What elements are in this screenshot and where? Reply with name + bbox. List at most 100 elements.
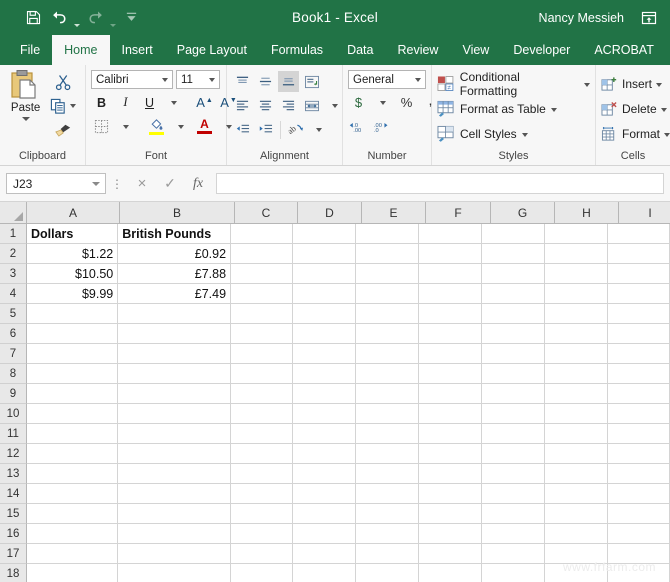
cell-F2[interactable] [418, 244, 483, 264]
accounting-format-button[interactable]: $ [348, 92, 369, 113]
cell-A9[interactable] [27, 384, 119, 404]
conditional-formatting-dropdown-caret[interactable] [584, 83, 590, 87]
bottom-align-button[interactable] [278, 71, 299, 92]
cell-B18[interactable] [118, 564, 232, 582]
cell-I14[interactable] [608, 484, 670, 504]
enter-entry-button[interactable]: ✓ [156, 173, 184, 195]
align-left-button[interactable] [232, 95, 253, 116]
undo-button[interactable] [46, 6, 72, 30]
row-header-15[interactable]: 15 [0, 504, 27, 524]
cell-I1[interactable] [608, 224, 670, 244]
cell-D18[interactable] [293, 564, 356, 582]
cell-G16[interactable] [482, 524, 546, 544]
cell-G6[interactable] [482, 324, 546, 344]
row-header-2[interactable]: 2 [0, 244, 27, 264]
increase-indent-button[interactable] [255, 119, 276, 140]
cell-F1[interactable] [418, 224, 483, 244]
cell-A14[interactable] [27, 484, 119, 504]
cell-G10[interactable] [482, 404, 546, 424]
cell-E3[interactable] [355, 264, 419, 284]
format-as-table-dropdown-caret[interactable] [550, 108, 557, 112]
row-header-7[interactable]: 7 [0, 344, 27, 364]
save-button[interactable] [20, 6, 46, 30]
cell-C8[interactable] [231, 364, 293, 384]
cell-B14[interactable] [118, 484, 232, 504]
top-align-button[interactable] [232, 71, 253, 92]
cell-D9[interactable] [292, 384, 356, 404]
tab-page-layout[interactable]: Page Layout [165, 35, 259, 65]
cut-button[interactable] [55, 71, 72, 93]
cell-D4[interactable] [292, 284, 356, 304]
row-header-1[interactable]: 1 [0, 224, 27, 244]
cell-I9[interactable] [608, 384, 670, 404]
cell-D2[interactable] [292, 244, 356, 264]
cell-E18[interactable] [356, 564, 419, 582]
cell-C16[interactable] [231, 524, 293, 544]
cell-B5[interactable] [118, 304, 232, 324]
ribbon-display-options-icon[interactable] [638, 7, 660, 29]
grow-font-button[interactable]: A ▲ [194, 92, 215, 113]
cell-F10[interactable] [418, 404, 483, 424]
wrap-text-button[interactable] [301, 71, 322, 92]
cell-C18[interactable] [231, 564, 293, 582]
format-painter-button[interactable] [54, 119, 73, 141]
tab-view[interactable]: View [450, 35, 501, 65]
cell-H14[interactable] [545, 484, 609, 504]
font-color-button[interactable]: A [194, 116, 215, 137]
cell-G17[interactable] [482, 544, 546, 564]
italic-button[interactable]: I [115, 92, 136, 113]
cell-F7[interactable] [418, 344, 483, 364]
cell-C2[interactable] [231, 244, 293, 264]
middle-align-button[interactable] [255, 71, 276, 92]
cell-A5[interactable] [27, 304, 119, 324]
delete-cells-dropdown-caret[interactable] [660, 108, 667, 112]
cell-C1[interactable] [231, 224, 293, 244]
row-header-12[interactable]: 12 [0, 444, 27, 464]
tab-file[interactable]: File [8, 35, 52, 65]
cell-I10[interactable] [608, 404, 670, 424]
cell-E11[interactable] [355, 424, 419, 444]
cell-E5[interactable] [355, 304, 419, 324]
cell-G2[interactable] [482, 244, 546, 264]
cell-A15[interactable] [27, 504, 119, 524]
cell-H3[interactable] [545, 264, 609, 284]
cell-H11[interactable] [545, 424, 609, 444]
cell-H10[interactable] [545, 404, 609, 424]
column-header-g[interactable]: G [491, 202, 555, 224]
column-header-a[interactable]: A [27, 202, 120, 224]
cell-I7[interactable] [608, 344, 670, 364]
cell-A17[interactable] [27, 544, 119, 564]
font-family-combo[interactable]: Calibri [91, 70, 173, 89]
tab-review[interactable]: Review [385, 35, 450, 65]
delete-cells-button[interactable]: Delete [601, 97, 670, 120]
cell-B6[interactable] [118, 324, 232, 344]
cell-F12[interactable] [418, 444, 483, 464]
center-button[interactable] [255, 95, 276, 116]
cell-F4[interactable] [418, 284, 483, 304]
cell-E15[interactable] [355, 504, 419, 524]
cell-E1[interactable] [355, 224, 419, 244]
cell-C3[interactable] [231, 264, 293, 284]
cell-C17[interactable] [231, 544, 293, 564]
cell-B8[interactable] [118, 364, 232, 384]
cell-E13[interactable] [355, 464, 419, 484]
decrease-decimal-button[interactable]: .00.0 [372, 116, 393, 137]
cell-F16[interactable] [418, 524, 483, 544]
column-header-c[interactable]: C [235, 202, 298, 224]
paste-button[interactable]: Paste [5, 69, 46, 121]
cell-I5[interactable] [608, 304, 670, 324]
cell-I18[interactable] [608, 564, 670, 582]
cell-A2[interactable]: $1.22 [27, 244, 119, 264]
cell-C12[interactable] [231, 444, 293, 464]
orientation-dropdown-caret[interactable] [308, 119, 329, 140]
cell-D16[interactable] [292, 524, 356, 544]
name-box-dropdown-caret[interactable] [92, 181, 100, 186]
cell-C15[interactable] [231, 504, 293, 524]
cell-G11[interactable] [482, 424, 546, 444]
tab-home[interactable]: Home [52, 35, 110, 65]
cell-E7[interactable] [355, 344, 419, 364]
column-header-i[interactable]: I [619, 202, 670, 224]
column-header-b[interactable]: B [120, 202, 235, 224]
cell-H9[interactable] [545, 384, 609, 404]
cell-G4[interactable] [482, 284, 546, 304]
